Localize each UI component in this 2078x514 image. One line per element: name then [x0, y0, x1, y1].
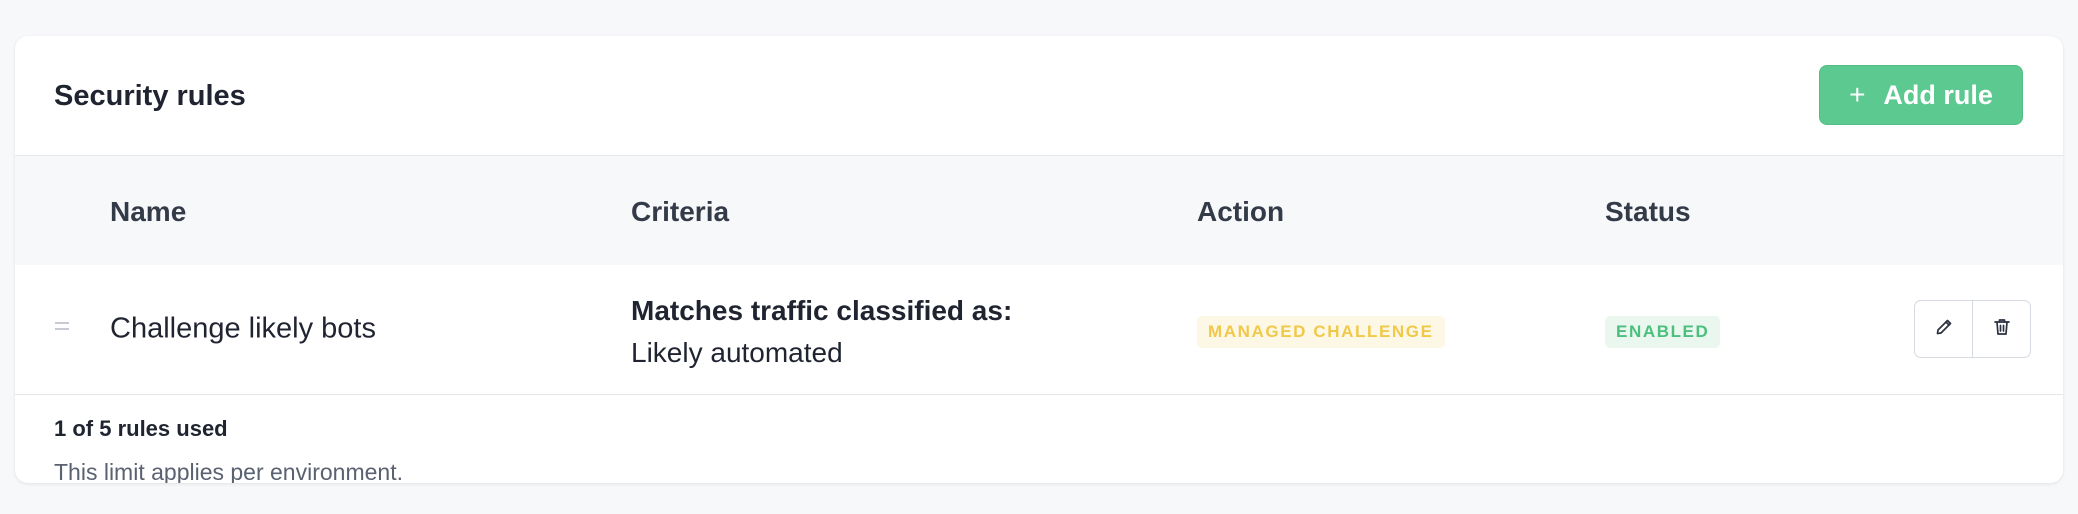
column-header-criteria: Criteria: [631, 196, 730, 227]
row-actions: [1914, 300, 2031, 358]
criteria-heading: Matches traffic classified as:: [631, 295, 1013, 326]
rule-criteria: Matches traffic classified as: Likely au…: [631, 291, 1012, 375]
column-header-status: Status: [1605, 196, 1691, 227]
delete-rule-button[interactable]: [1972, 301, 2030, 357]
edit-rule-button[interactable]: [1915, 301, 1972, 357]
table-header: Name Criteria Action Status: [15, 155, 2063, 265]
limit-note: This limit applies per environment.: [54, 459, 403, 483]
add-rule-label: Add rule: [1883, 79, 1993, 110]
page-title: Security rules: [54, 80, 246, 112]
criteria-value: Likely automated: [631, 337, 843, 368]
action-badge: MANAGED CHALLENGE: [1197, 316, 1445, 348]
card-header: Security rules + Add rule: [15, 36, 2063, 155]
column-header-name: Name: [110, 196, 187, 227]
column-header-action: Action: [1197, 196, 1285, 227]
rule-name: Challenge likely bots: [110, 312, 376, 345]
plus-icon: +: [1849, 79, 1866, 110]
card-footer: 1 of 5 rules used This limit applies per…: [15, 395, 2063, 483]
add-rule-button[interactable]: + Add rule: [1819, 65, 2023, 125]
trash-icon: [1992, 317, 2012, 342]
pencil-icon: [1934, 317, 1954, 342]
status-badge: ENABLED: [1605, 316, 1721, 348]
drag-handle-icon[interactable]: [55, 322, 69, 332]
rules-usage: 1 of 5 rules used: [54, 416, 228, 441]
security-rules-card: Security rules + Add rule Name Criteria …: [15, 36, 2063, 483]
table-row: Challenge likely bots Matches traffic cl…: [15, 265, 2063, 395]
